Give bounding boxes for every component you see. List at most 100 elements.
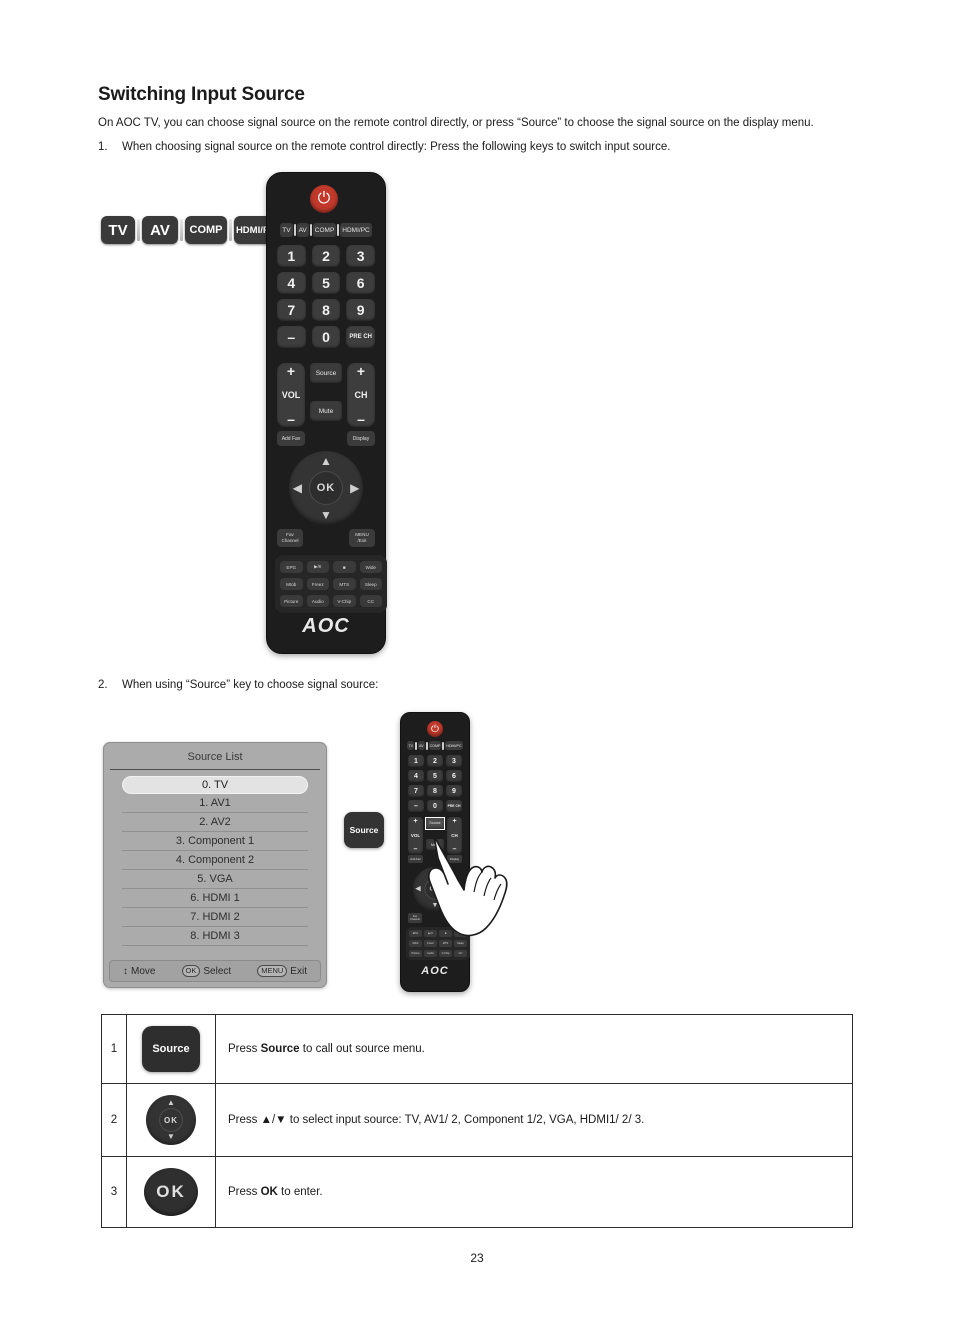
menu-exit-button: MENU /Exit	[349, 529, 375, 547]
desc-bold: Source	[260, 1043, 300, 1055]
source-list-items: 0. TV 1. AV1 2. AV2 3. Component 1 4. Co…	[104, 776, 326, 946]
keypad-0: 0	[427, 800, 443, 812]
keypad-1: 1	[277, 245, 306, 267]
source-list-menu: Source List 0. TV 1. AV1 2. AV2 3. Compo…	[103, 742, 327, 988]
keypad-5: 5	[311, 272, 341, 294]
source-item-component-2[interactable]: 4. Component 2	[122, 851, 308, 870]
row-icon-cell: OK	[126, 1156, 216, 1228]
volume-up-label: +	[413, 818, 418, 825]
fn-freeze: Freez	[306, 578, 329, 590]
source-item-hdmi-2[interactable]: 7. HDMI 2	[122, 908, 308, 927]
aoc-logo: AOC	[302, 615, 350, 637]
keypad-9: 9	[346, 299, 375, 321]
navigation-pad: ▲ ▼ ◀ ▶ OK	[413, 867, 457, 911]
arrow-left-icon: ◀	[415, 885, 421, 893]
source-item-component-1[interactable]: 3. Component 1	[122, 832, 308, 851]
step-1-text: When choosing signal source on the remot…	[122, 141, 671, 153]
fn-mts: MTS	[333, 578, 356, 590]
step-2-line: 2. When using “Source” key to choose sign…	[98, 678, 378, 693]
arrow-down-icon: ▼	[320, 508, 332, 523]
source-item-vga[interactable]: 5. VGA	[122, 870, 308, 889]
fn-play: ▶/II	[424, 930, 437, 937]
keypad-6: 6	[346, 272, 375, 294]
remote-source-button: Source	[310, 363, 342, 383]
keypad-dash: –	[408, 800, 424, 812]
source-item-tv[interactable]: 0. TV	[122, 776, 308, 794]
arrow-up-icon: ▲	[431, 869, 439, 877]
channel-down-label: –	[357, 411, 365, 427]
arrow-right-icon: ▶	[449, 885, 455, 893]
table-row: 1 Source Press Source to call out source…	[101, 1014, 853, 1084]
keypad-dash: –	[277, 326, 306, 348]
keypad-0: 0	[311, 326, 341, 348]
function-button-grid: EPG ▶/II ■ Wide Mtob Freez MTS Sleep Pic…	[406, 927, 470, 960]
channel-rocker: + CH –	[347, 363, 375, 427]
footer-select: OK Select	[181, 965, 232, 977]
desc-pre: Press ▲/▼ to select input source: TV, AV…	[228, 1114, 645, 1126]
channel-rocker: + CH –	[447, 817, 462, 854]
fn-cc: CC	[359, 595, 382, 607]
ok-button: OK	[424, 878, 446, 900]
remote-mute-button: Mute	[426, 839, 444, 850]
desc-bold: OK	[260, 1186, 278, 1198]
fn-play: ▶/II	[306, 561, 329, 573]
remote-key-comp: COMP	[428, 741, 442, 750]
key-tv: TV	[101, 216, 135, 244]
channel-down-label: –	[452, 846, 457, 853]
row-number: 3	[101, 1156, 127, 1228]
remote-mute-button: Mute	[310, 401, 342, 421]
keypad-2: 2	[311, 245, 341, 267]
fn-vchip: V-Chip	[333, 595, 356, 607]
remote-vol-ch-cluster: + VOL – Source Mute + CH –	[277, 363, 375, 427]
instruction-table: 1 Source Press Source to call out source…	[101, 1014, 853, 1228]
keypad-9: 9	[446, 785, 462, 797]
source-key-highlight-box	[425, 817, 445, 830]
updown-arrow-icon: ↕	[123, 965, 129, 977]
keypad-3: 3	[446, 755, 462, 767]
fn-stop: ■	[333, 561, 356, 573]
navigation-pad: ▲ ▼ ◀ ▶ OK	[289, 451, 363, 525]
channel-up-label: +	[452, 818, 457, 825]
page-number: 23	[470, 1251, 484, 1265]
step-1-number: 1.	[98, 141, 108, 153]
power-icon: ⏻	[310, 185, 338, 213]
fn-wide: Wide	[359, 561, 382, 573]
source-item-hdmi-3[interactable]: 8. HDMI 3	[122, 927, 308, 946]
source-item-hdmi-1[interactable]: 6. HDMI 1	[122, 889, 308, 908]
add-fav-button: Add Fav	[277, 431, 305, 446]
remote-control-small: ⏻ TV AV COMP HDMI/PC 1 2 3 4 5 6 7 8 9 –…	[400, 712, 470, 992]
menu-exit-line2: /Exit	[357, 538, 367, 543]
key-separator	[442, 741, 445, 750]
fn-freeze: Freez	[424, 940, 437, 947]
source-item-av2[interactable]: 2. AV2	[122, 813, 308, 832]
fn-mtob: Mtob	[280, 578, 303, 590]
source-item-av1[interactable]: 1. AV1	[122, 794, 308, 813]
fav-channel-line2: Channel	[410, 918, 420, 921]
keypad-7: 7	[408, 785, 424, 797]
intro-paragraph: On AOC TV, you can choose signal source …	[98, 117, 814, 129]
keypad-2: 2	[427, 755, 443, 767]
function-button-grid: EPG ▶/II ■ Wide Mtob Freez MTS Sleep Pic…	[275, 555, 387, 613]
footer-select-label: Select	[203, 965, 232, 977]
fn-picture: Picture	[280, 595, 303, 607]
desc-pre: Press	[228, 1043, 261, 1055]
key-separator	[293, 224, 296, 236]
menu-exit-button: MENU /Exit	[448, 913, 462, 923]
fn-epg: EPG	[280, 561, 303, 573]
updown-nav-icon: ▲ OK ▼	[146, 1095, 196, 1145]
keypad-4: 4	[277, 272, 306, 294]
menu-exit-line2: /Exit	[452, 918, 458, 921]
source-list-title: Source List	[187, 751, 243, 763]
remote-key-tv: TV	[280, 223, 293, 237]
key-separator	[415, 741, 418, 750]
source-button-icon: Source	[142, 1026, 200, 1072]
fn-sleep: Sleep	[454, 940, 467, 947]
key-separator	[309, 224, 312, 236]
remote-keypad: 1 2 3 4 5 6 7 8 9 – 0 PRE CH	[277, 245, 375, 348]
step-1-line: 1. When choosing signal source on the rem…	[98, 140, 670, 155]
fav-channel-button: Fav Channel	[408, 913, 422, 923]
source-callout-button: Source	[344, 812, 384, 848]
channel-label: CH	[451, 833, 458, 838]
keypad-1: 1	[408, 755, 424, 767]
desc-post: to enter.	[277, 1186, 323, 1198]
